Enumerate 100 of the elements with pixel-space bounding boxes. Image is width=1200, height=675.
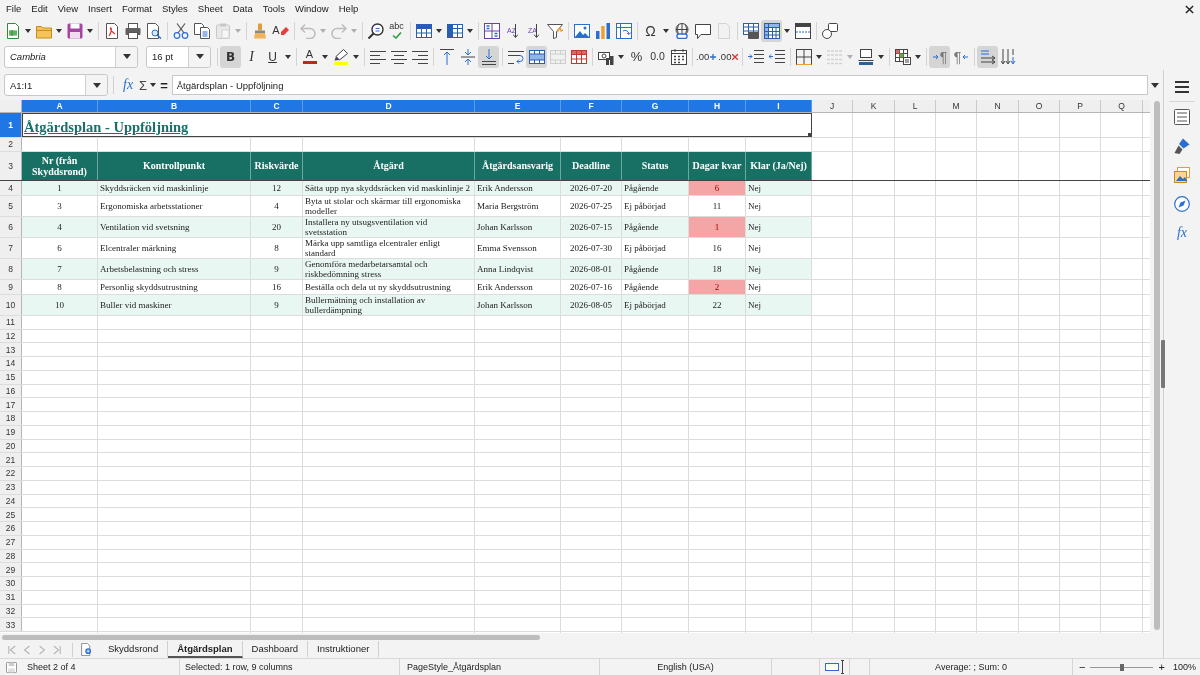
row-header[interactable]: 29	[0, 563, 22, 576]
dropdown-button[interactable]	[85, 75, 107, 95]
scrollbar-thumb[interactable]	[1153, 101, 1160, 630]
scrollbar-thumb[interactable]	[2, 634, 540, 640]
bold-button[interactable]: B	[220, 45, 241, 68]
menu-item[interactable]: Window	[289, 1, 334, 17]
table-cell: Buller vid maskiner	[98, 294, 251, 315]
formula-input-field[interactable]: Åtgärdsplan - Uppföljning	[171, 75, 1148, 95]
align-bottom-button[interactable]	[478, 45, 499, 68]
right-to-left-button[interactable]: ¶	[950, 45, 972, 68]
row-header[interactable]: 13	[0, 343, 22, 356]
name-box-field[interactable]: A1:I1	[4, 74, 108, 96]
row-header[interactable]: 8	[0, 258, 22, 279]
column-header[interactable]: N	[977, 100, 1019, 112]
column-header[interactable]: D	[303, 100, 475, 112]
delete-decimal-button[interactable]: .00	[717, 45, 740, 68]
column-header[interactable]: L	[895, 100, 936, 112]
menu-item[interactable]: Tools	[257, 1, 290, 17]
row-header[interactable]: 25	[0, 508, 22, 521]
document-magnifier-icon	[145, 22, 162, 39]
row-header[interactable]: 17	[0, 398, 22, 411]
row-header[interactable]: 1	[0, 113, 22, 137]
menu-item[interactable]: Data	[227, 1, 258, 17]
italic-button[interactable]: I	[241, 45, 262, 68]
calendar-icon	[670, 48, 687, 65]
row-header[interactable]: 5	[0, 195, 22, 216]
column-header[interactable]: H	[689, 100, 746, 112]
shapes-icon	[821, 22, 838, 39]
vertical-text-icon	[1000, 48, 1017, 65]
row-header[interactable]: 26	[0, 522, 22, 535]
menu-item[interactable]: Styles	[156, 1, 193, 17]
clear-formatting-button[interactable]: A	[270, 19, 291, 42]
slider-thumb[interactable]	[1119, 663, 1124, 671]
freeze-panes-button[interactable]	[761, 19, 782, 42]
menu-item[interactable]: Help	[333, 1, 364, 17]
table-cell: 10	[22, 294, 98, 315]
row-header[interactable]: 18	[0, 412, 22, 425]
row-header[interactable]: 22	[0, 467, 22, 480]
zoom-in-button[interactable]: +	[1156, 661, 1167, 673]
underline-button[interactable]: U	[262, 45, 283, 68]
text-direction-button[interactable]	[977, 45, 999, 68]
formula-button[interactable]: =	[158, 77, 170, 93]
row-header[interactable]: 21	[0, 453, 22, 466]
expand-button[interactable]	[1148, 82, 1162, 88]
sheet-tab[interactable]: Instruktioner	[308, 641, 380, 658]
column-header[interactable]: O	[1019, 100, 1060, 112]
row-header[interactable]: 7	[0, 237, 22, 258]
menu-item[interactable]: Insert	[83, 1, 117, 17]
column-header[interactable]: J	[812, 100, 853, 112]
column-header[interactable]: A	[22, 100, 98, 112]
cross-icon	[732, 53, 739, 60]
close-button[interactable]	[1185, 4, 1194, 14]
merge-center-button[interactable]	[526, 45, 547, 68]
add-decimal-button[interactable]: .00	[695, 45, 718, 68]
row-header[interactable]: 33	[0, 618, 22, 631]
column-header[interactable]: G	[622, 100, 689, 112]
align-top-icon	[438, 48, 455, 65]
sheet-tab[interactable]: Dashboard	[242, 641, 309, 658]
sum-button[interactable]: Σ	[136, 77, 149, 93]
functions-button[interactable]: fx	[1169, 218, 1195, 247]
menu-item[interactable]: Format	[116, 1, 157, 17]
row-header[interactable]: 6	[0, 216, 22, 237]
menu-item[interactable]: Edit	[26, 1, 53, 17]
column-header[interactable]: E	[475, 100, 561, 112]
font-size-field[interactable]: 16 pt	[146, 45, 211, 68]
function-wizard-button[interactable]: fx	[120, 77, 137, 93]
dropdown-button[interactable]	[188, 46, 210, 67]
column-header[interactable]: I	[746, 100, 812, 112]
sidebar-handle[interactable]	[1161, 340, 1165, 388]
column-header[interactable]: B	[98, 100, 251, 112]
zoom-out-button[interactable]: −	[1077, 661, 1088, 673]
row-header[interactable]: 2	[0, 138, 22, 151]
column-header[interactable]: F	[561, 100, 622, 112]
dropdown-button[interactable]	[115, 46, 137, 67]
column-header[interactable]: P	[1060, 100, 1101, 112]
column-header[interactable]: K	[853, 100, 895, 112]
sheet-tab[interactable]: Skyddsrond	[99, 641, 169, 658]
menu-item[interactable]: View	[52, 1, 84, 17]
merge-center-icon	[528, 48, 545, 65]
special-character-button[interactable]: Ω	[640, 19, 661, 42]
row-header[interactable]: 3	[0, 151, 22, 180]
menu-item[interactable]: Sheet	[192, 1, 228, 17]
number-format-button[interactable]: 0.0	[647, 45, 668, 68]
font-name-field[interactable]: Cambria	[4, 45, 138, 68]
column-header[interactable]: M	[936, 100, 977, 112]
row-header[interactable]: 30	[0, 577, 22, 590]
selection-mode-icon[interactable]	[824, 660, 845, 674]
font-color-button[interactable]: A	[299, 45, 320, 68]
spelling-button[interactable]: abc	[386, 19, 407, 42]
language-text[interactable]: English (USA)	[657, 662, 714, 672]
split-window-icon	[794, 22, 811, 39]
add-sheet-button[interactable]	[79, 642, 94, 657]
column-header[interactable]: Q	[1101, 100, 1143, 112]
menu-item[interactable]: File	[1, 1, 27, 17]
row-header[interactable]: 10	[0, 294, 22, 315]
column-header[interactable]: C	[251, 100, 303, 112]
percent-button[interactable]: %	[626, 45, 647, 68]
sheet-tab[interactable]: Åtgärdsplan	[168, 641, 243, 658]
row-header[interactable]: 14	[0, 357, 22, 370]
caret-icon	[1151, 82, 1159, 88]
